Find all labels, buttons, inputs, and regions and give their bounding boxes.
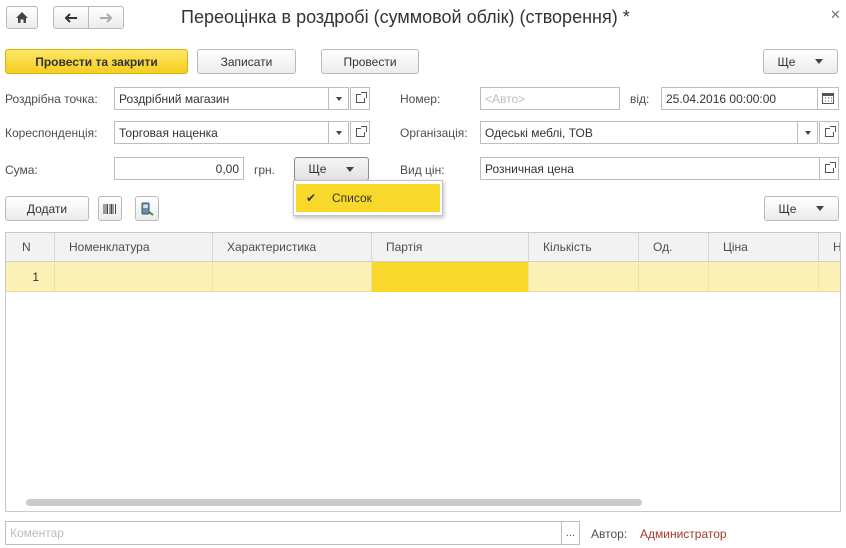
number-label: Номер: [400,92,441,106]
number-field[interactable]: <Авто> [480,87,620,110]
home-button[interactable] [6,6,38,29]
column-header-quantity[interactable]: Кількість [529,233,639,262]
open-icon [355,126,367,137]
retail-point-field[interactable]: Роздрібний магазин [114,87,329,110]
organization-label: Організація: [400,126,468,140]
window-title: Переоцінка в роздробі (суммовой облік) (… [181,7,630,27]
cell-unit[interactable] [639,262,709,292]
scanner-button[interactable] [135,196,159,221]
barcode-button[interactable] [98,196,122,221]
cell-nomenclature[interactable] [55,262,213,292]
home-icon [16,12,28,23]
calendar-icon [822,93,834,104]
correspondence-dropdown[interactable] [328,121,349,144]
column-header-n[interactable]: N [6,233,55,262]
sum-more-button[interactable]: Ще [294,157,369,181]
row-number: 1 [6,262,55,292]
organization-dropdown[interactable] [797,121,818,144]
author-link[interactable]: Администратор [640,527,727,541]
organization-open[interactable] [819,121,839,144]
chevron-down-icon [346,166,355,172]
sum-more-label: Ще [308,162,327,176]
more-label: Ще [777,54,796,69]
chevron-down-icon [815,59,824,64]
author-label: Автор: [591,527,628,541]
arrow-left-icon [64,12,77,23]
column-header-nomenclature[interactable]: Номенклатура [55,233,213,262]
column-header-price[interactable]: Ціна [709,233,819,262]
column-header-batch[interactable]: Партія [372,233,529,262]
retail-point-dropdown[interactable] [328,87,349,110]
items-table[interactable]: N Номенклатура Характеристика Партія Кіл… [5,232,841,512]
cell-next[interactable] [819,262,840,292]
comment-ellipsis-button[interactable]: ... [561,521,580,545]
post-button[interactable]: Провести [321,49,419,74]
date-label: від: [630,92,650,106]
chevron-down-icon [335,130,342,135]
chevron-down-icon [816,206,825,211]
checkmark-icon: ✔ [305,191,317,205]
correspondence-label: Кореспонденція: [5,126,98,140]
open-icon [824,162,836,173]
arrow-right-icon [100,12,113,23]
open-icon [824,126,836,137]
menu-item-list[interactable]: ✔ Список [296,184,440,212]
correspondence-field[interactable]: Торговая наценка [114,121,329,144]
barcode-icon [103,203,116,214]
back-button[interactable] [53,6,89,29]
open-icon [355,92,367,103]
more-button[interactable]: Ще [763,49,838,74]
table-header: N Номенклатура Характеристика Партія Кіл… [6,233,840,262]
cell-price[interactable] [709,262,819,292]
retail-point-label: Роздрібна точка: [5,92,98,106]
calendar-button[interactable] [817,87,839,110]
sum-field[interactable]: 0,00 [114,157,244,180]
column-header-next[interactable]: Н [819,233,840,262]
retail-point-open[interactable] [350,87,370,110]
cell-batch[interactable] [372,262,529,292]
horizontal-scrollbar[interactable] [26,499,642,506]
table-more-label: Ще [778,201,797,216]
price-type-label: Вид цін: [400,163,445,177]
add-button[interactable]: Додати [5,196,89,221]
comment-field[interactable]: Коментар [5,521,562,545]
save-button[interactable]: Записати [197,49,296,74]
forward-button[interactable] [88,6,124,29]
column-header-characteristic[interactable]: Характеристика [213,233,372,262]
chevron-down-icon [335,96,342,101]
organization-field[interactable]: Одеські меблі, ТОВ [480,121,798,144]
currency-label: грн. [254,163,276,177]
correspondence-open[interactable] [350,121,370,144]
close-icon[interactable]: ✕ [830,7,841,23]
menu-item-list-label: Список [332,191,372,205]
sum-label: Сума: [5,163,38,177]
post-and-close-button[interactable]: Провести та закрити [5,49,188,74]
date-field[interactable]: 25.04.2016 00:00:00 [661,87,818,110]
table-more-button[interactable]: Ще [764,196,839,221]
cell-quantity[interactable] [529,262,639,292]
price-type-open[interactable] [819,157,839,180]
price-type-field[interactable]: Розничная цена [480,157,820,180]
sum-more-menu: ✔ Список [293,180,443,216]
column-header-unit[interactable]: Од. [639,233,709,262]
chevron-down-icon [804,130,811,135]
data-collection-terminal-icon [141,202,154,216]
cell-characteristic[interactable] [213,262,372,292]
table-row[interactable]: 1 [6,262,840,292]
